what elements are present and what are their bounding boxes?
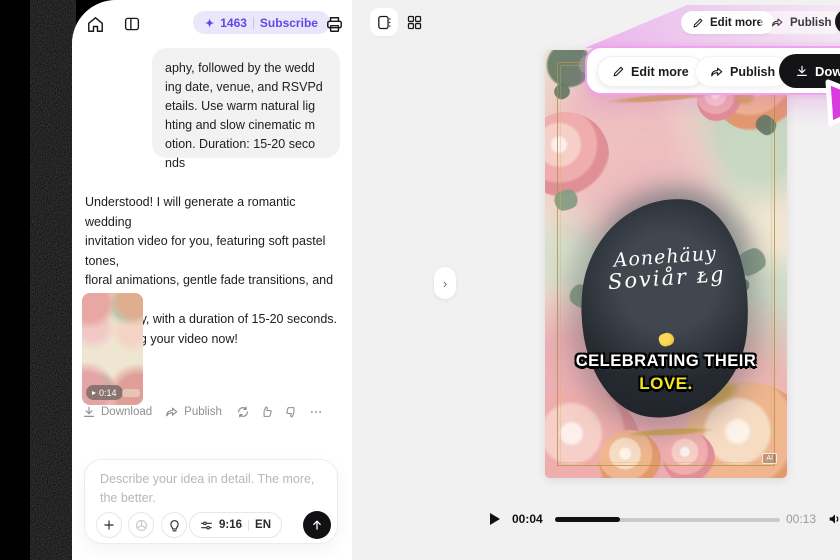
- publish-label: Publish: [730, 64, 776, 79]
- prompt-input[interactable]: [100, 470, 326, 510]
- plus-icon: [104, 520, 114, 530]
- edit-more-label: Edit more: [631, 64, 689, 79]
- total-time: 00:13: [786, 512, 817, 526]
- sparkle-icon: [205, 16, 214, 30]
- download-label: Download: [815, 63, 840, 79]
- thumbs-down-button[interactable]: [284, 405, 298, 419]
- thumbs-down-icon: [286, 407, 295, 418]
- download-icon: [84, 406, 94, 417]
- subscribe-label: Subscribe: [259, 15, 318, 30]
- media-mode-button[interactable]: [128, 512, 154, 538]
- duration-badge: 0:14: [86, 385, 123, 400]
- pencil-icon: [613, 66, 624, 77]
- aspect-ratio-language-button[interactable]: 9:16 EN: [189, 512, 283, 538]
- caption-line-1: CELEBRATING THEIR: [575, 352, 757, 370]
- ratio-value: 9:16: [219, 519, 243, 531]
- ai-watermark: AI: [762, 453, 777, 464]
- publish-button[interactable]: Publish: [165, 405, 222, 419]
- publish-label: Publish: [790, 16, 832, 29]
- playback-bar: 00:04 00:13: [352, 502, 840, 536]
- gallery-view-button[interactable]: [404, 12, 424, 32]
- refresh-icon: [237, 406, 248, 418]
- preview-panel: Edit more Publish Download: [352, 0, 840, 560]
- printer-icon: [326, 16, 342, 32]
- credits-count: 1463: [220, 15, 247, 30]
- download-button-callout[interactable]: Download: [779, 54, 840, 88]
- progress-track[interactable]: [555, 517, 780, 523]
- current-time: 00:04: [512, 512, 543, 526]
- collapse-chat-button[interactable]: [434, 267, 456, 299]
- play-button[interactable]: [489, 513, 501, 525]
- grid-icon: [407, 15, 421, 29]
- play-icon: [92, 390, 96, 395]
- volume-button[interactable]: [827, 511, 840, 527]
- preview-mode-button[interactable]: [370, 8, 398, 36]
- pencil-icon: [693, 18, 703, 27]
- more-options-button[interactable]: [309, 405, 323, 419]
- wheel-icon: [135, 519, 147, 531]
- thumbs-up-button[interactable]: [260, 405, 274, 419]
- duration-text: 0:14: [99, 387, 117, 398]
- sliders-icon: [201, 520, 212, 530]
- arrow-up-icon: [313, 520, 321, 530]
- publish-button-callout[interactable]: Publish: [695, 56, 791, 87]
- ellipsis-icon: [310, 411, 321, 413]
- thumbs-up-icon: [263, 406, 272, 417]
- action-callout: Edit more Publish Download: [585, 46, 840, 95]
- language-value: EN: [255, 519, 272, 531]
- publish-button-top[interactable]: Publish: [760, 11, 840, 34]
- screen: 1463 Subscribe aphy, followed by the wed…: [0, 0, 840, 560]
- ideas-button[interactable]: [161, 512, 187, 538]
- regenerate-button[interactable]: [236, 405, 250, 419]
- home-icon: [87, 16, 103, 32]
- add-attachment-button[interactable]: [96, 512, 122, 538]
- edit-more-button-callout[interactable]: Edit more: [597, 56, 704, 87]
- pill-divider: [252, 16, 254, 29]
- subscribe-button[interactable]: 1463 Subscribe: [193, 11, 330, 34]
- send-button[interactable]: [303, 511, 331, 539]
- download-icon: [797, 65, 807, 76]
- edit-more-label: Edit more: [710, 16, 764, 29]
- download-label: Download: [101, 406, 153, 418]
- sidebar-toggle-button[interactable]: [121, 13, 143, 35]
- watermark-chip: [122, 389, 140, 397]
- lightbulb-icon: [169, 519, 179, 531]
- video-caption: CELEBRATING THEIR LOVE.: [545, 350, 787, 395]
- generated-video-thumbnail[interactable]: 0:14: [82, 293, 143, 405]
- publish-icon: [166, 407, 178, 417]
- user-message-bubble: aphy, followed by the wedd ing date, ven…: [152, 48, 340, 170]
- download-button[interactable]: Download: [82, 405, 152, 419]
- publish-icon: [711, 67, 723, 76]
- result-actions-row: Download Publish: [82, 402, 342, 422]
- publish-icon: [772, 18, 783, 27]
- frame-icon: [377, 15, 391, 29]
- app-window: 1463 Subscribe aphy, followed by the wed…: [72, 0, 840, 560]
- home-button[interactable]: [84, 13, 106, 35]
- video-preview[interactable]: Aonehäuy Soviår ᴌg CELEBRATING THEIR LOV…: [545, 50, 787, 478]
- progress-fill: [555, 517, 620, 523]
- speaker-icon: [829, 514, 839, 524]
- columns-icon: [124, 17, 140, 31]
- publish-label: Publish: [184, 406, 222, 418]
- print-button[interactable]: [322, 12, 346, 36]
- chat-panel: 1463 Subscribe aphy, followed by the wed…: [72, 0, 352, 560]
- prompt-composer: 9:16 EN: [84, 459, 338, 544]
- pill-divider: [248, 519, 250, 531]
- grain-texture: [30, 0, 76, 560]
- caption-line-2: LOVE.: [639, 374, 693, 393]
